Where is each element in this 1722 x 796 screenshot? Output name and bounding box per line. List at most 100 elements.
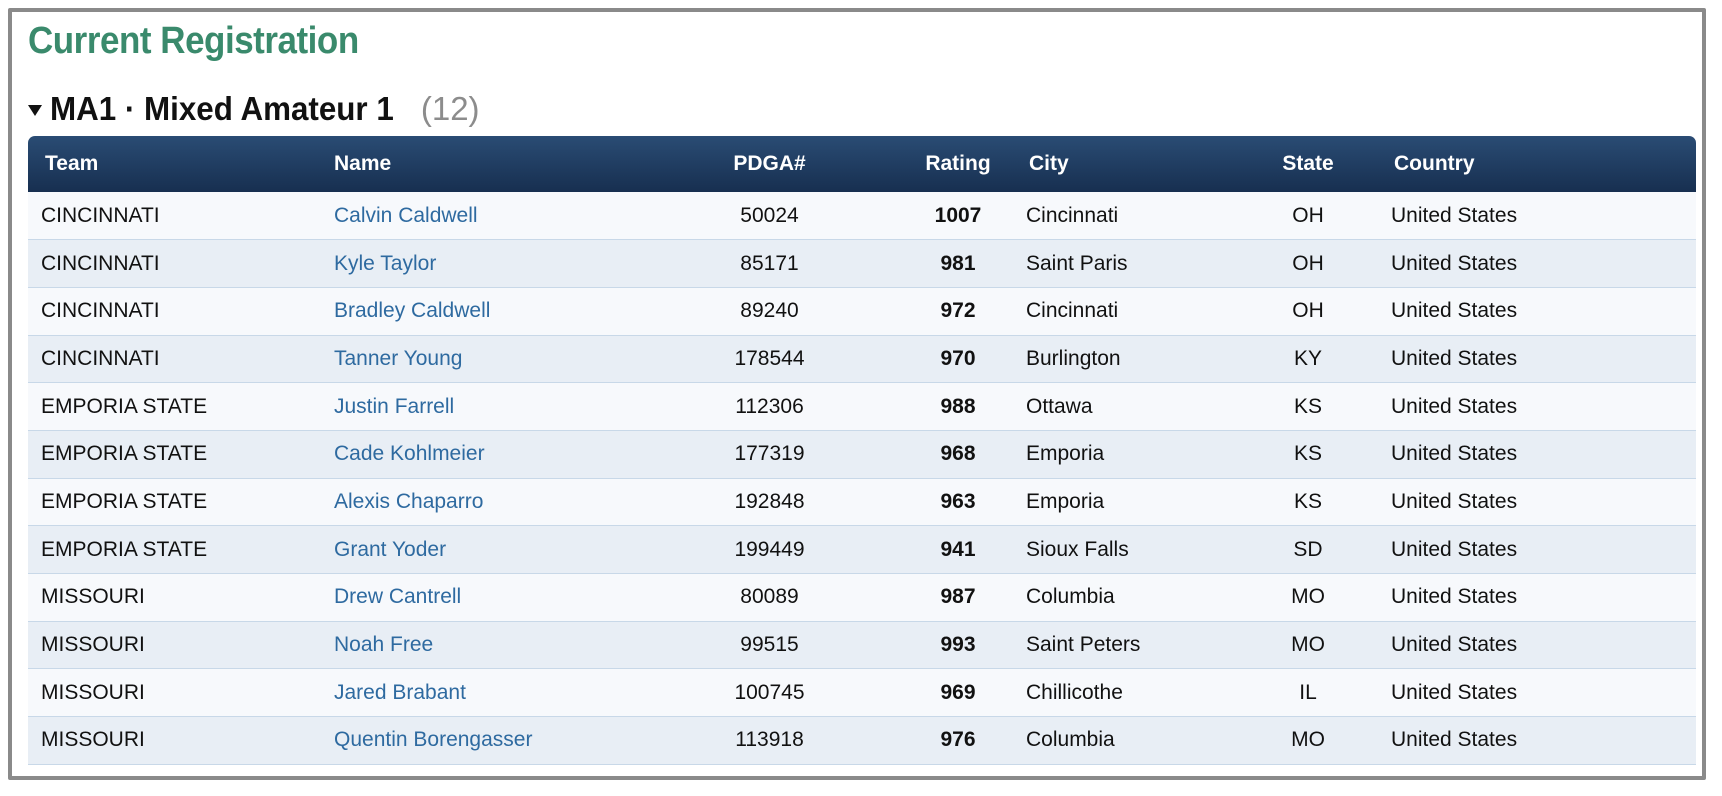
player-name-link[interactable]: Justin Farrell <box>334 395 454 418</box>
player-name-link[interactable]: Alexis Chaparro <box>334 490 483 513</box>
player-name-link[interactable]: Drew Cantrell <box>334 585 461 608</box>
player-name-link[interactable]: Grant Yoder <box>334 538 446 561</box>
division-title: MA1 · Mixed Amateur 1 <box>50 90 394 127</box>
cell-team: MISSOURI <box>41 728 145 752</box>
cell-rating: 941 <box>940 537 976 561</box>
header-country[interactable]: Country <box>1383 136 1696 192</box>
header-rating[interactable]: Rating <box>898 136 1018 192</box>
cell-pdga: 100745 <box>734 680 805 704</box>
cell-city: Emporia <box>1026 489 1105 513</box>
cell-rating: 988 <box>940 394 976 418</box>
cell-name: Jared Brabant <box>334 669 641 717</box>
table-row: CINCINNATI Tanner Young 178544 970 Burlingto… <box>28 335 1696 383</box>
cell-team: MISSOURI <box>41 680 145 704</box>
cell-pdga: 178544 <box>734 346 805 370</box>
cell-state: KY <box>1293 346 1322 370</box>
cell-state: MO <box>1291 633 1325 657</box>
cell-team: EMPORIA STATE <box>41 537 208 561</box>
cell-city: Sioux Falls <box>1026 537 1129 561</box>
player-name-link[interactable]: Jared Brabant <box>334 681 466 704</box>
cell-state: SD <box>1293 537 1323 561</box>
table-row: MISSOURI Jared Brabant 100745 969 Chillicoth… <box>28 668 1696 717</box>
division-count: (12) <box>420 90 480 127</box>
cell-pdga: 89240 <box>740 299 799 323</box>
cell-team: CINCINNATI <box>41 346 160 370</box>
cell-team: EMPORIA STATE <box>41 489 208 513</box>
cell-name: Drew Cantrell <box>334 574 641 622</box>
cell-state: IL <box>1299 680 1317 704</box>
cell-city: Saint Paris <box>1026 251 1128 275</box>
cell-name: Noah Free <box>334 621 641 669</box>
table-header: Team Name PDGA# Rating City State Countr… <box>28 136 1696 192</box>
cell-rating: 972 <box>940 299 976 323</box>
triangle-down-icon[interactable] <box>28 104 42 116</box>
player-name-link[interactable]: Bradley Caldwell <box>334 299 490 322</box>
cell-city: Ottawa <box>1026 394 1093 418</box>
cell-rating: 969 <box>940 680 976 704</box>
table-row: EMPORIA STATE Cade Kohlmeier 177319 968 Empo… <box>28 430 1696 479</box>
cell-city: Columbia <box>1026 728 1115 752</box>
table-row: EMPORIA STATE Justin Farrell 112306 988 Otta… <box>28 382 1696 431</box>
cell-pdga: 80089 <box>740 585 799 609</box>
cell-country: United States <box>1391 442 1518 466</box>
player-name-link[interactable]: Quentin Borengasser <box>334 728 532 751</box>
table-body: CINCINNATI Calvin Caldwell 50024 1007 Cincin… <box>28 192 1696 765</box>
cell-rating: 976 <box>940 728 976 752</box>
cell-rating: 970 <box>940 346 976 370</box>
cell-country: United States <box>1391 537 1518 561</box>
cell-team: CINCINNATI <box>41 251 160 275</box>
cell-city: Chillicothe <box>1026 680 1123 704</box>
cell-state: MO <box>1291 728 1325 752</box>
player-name-link[interactable]: Noah Free <box>334 633 433 656</box>
player-name-link[interactable]: Kyle Taylor <box>334 252 436 275</box>
header-team[interactable]: Team <box>28 136 334 192</box>
player-name-link[interactable]: Calvin Caldwell <box>334 204 478 227</box>
cell-country: United States <box>1391 633 1518 657</box>
player-name-link[interactable]: Cade Kohlmeier <box>334 442 485 465</box>
header-city[interactable]: City <box>1018 136 1233 192</box>
cell-state: OH <box>1292 251 1324 275</box>
cell-country: United States <box>1391 585 1518 609</box>
header-pdga[interactable]: PDGA# <box>641 136 898 192</box>
cell-country: United States <box>1391 489 1518 513</box>
cell-city: Saint Peters <box>1026 633 1141 657</box>
cell-pdga: 177319 <box>734 442 805 466</box>
registration-panel: Current Registration MA1 · Mixed Amateur… <box>8 8 1706 780</box>
cell-rating: 993 <box>940 633 976 657</box>
page-title: Current Registration <box>28 20 359 62</box>
cell-state: KS <box>1293 489 1322 513</box>
cell-state: KS <box>1293 442 1322 466</box>
cell-pdga: 113918 <box>735 728 804 752</box>
cell-name: Alexis Chaparro <box>334 478 641 526</box>
cell-city: Emporia <box>1026 442 1105 466</box>
cell-team: CINCINNATI <box>41 299 160 323</box>
cell-city: Burlington <box>1026 346 1121 370</box>
cell-pdga: 85171 <box>740 251 799 275</box>
header-name[interactable]: Name <box>334 136 641 192</box>
registration-table: Team Name PDGA# Rating City State Countr… <box>28 136 1696 765</box>
cell-name: Quentin Borengasser <box>334 717 641 765</box>
table-row: EMPORIA STATE Grant Yoder 199449 941 Sioux F… <box>28 525 1696 574</box>
cell-pdga: 99515 <box>740 633 799 657</box>
cell-team: MISSOURI <box>41 585 145 609</box>
cell-country: United States <box>1391 299 1518 323</box>
table-row: CINCINNATI Kyle Taylor 85171 981 Saint Paris… <box>28 239 1696 288</box>
table-row: CINCINNATI Calvin Caldwell 50024 1007 Cincin… <box>28 192 1696 240</box>
table-row: MISSOURI Quentin Borengasser 113918 976 Colu… <box>28 716 1696 765</box>
cell-team: EMPORIA STATE <box>41 394 208 418</box>
player-name-link[interactable]: Tanner Young <box>334 347 462 370</box>
cell-city: Columbia <box>1026 585 1115 609</box>
table-row: CINCINNATI Bradley Caldwell 89240 972 Cincin… <box>28 287 1696 336</box>
cell-city: Cincinnati <box>1026 203 1119 227</box>
cell-rating: 963 <box>940 489 976 513</box>
cell-team: MISSOURI <box>41 633 145 657</box>
cell-name: Grant Yoder <box>334 526 641 574</box>
table-row: MISSOURI Noah Free 99515 993 Saint Peters MO U… <box>28 621 1696 669</box>
cell-team: EMPORIA STATE <box>41 442 208 466</box>
cell-name: Calvin Caldwell <box>334 192 641 240</box>
cell-rating: 987 <box>940 585 976 609</box>
cell-pdga: 112306 <box>735 394 804 418</box>
header-state[interactable]: State <box>1233 136 1383 192</box>
cell-state: OH <box>1292 203 1324 227</box>
division-heading[interactable]: MA1 · Mixed Amateur 1 (12) <box>28 90 480 128</box>
